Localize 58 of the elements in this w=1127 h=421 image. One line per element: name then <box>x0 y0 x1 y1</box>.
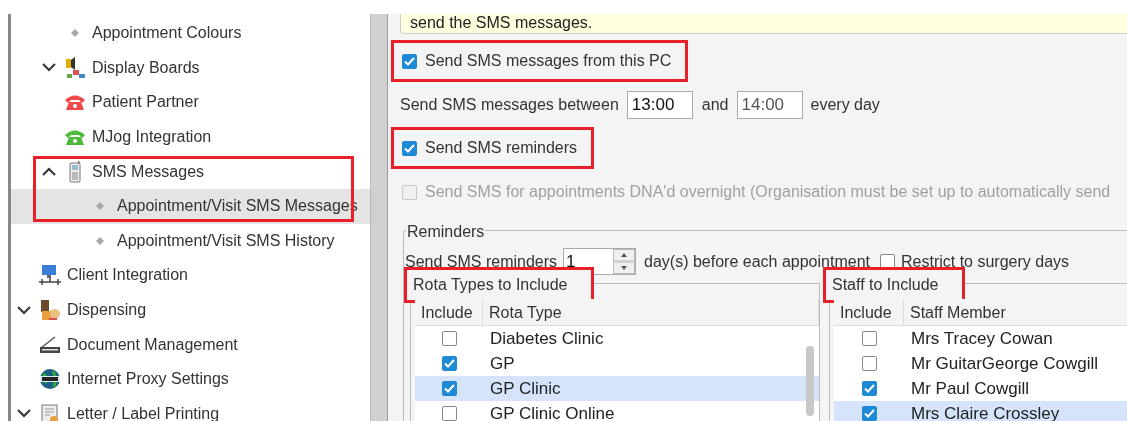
field-label: Send SMS messages between <box>400 95 619 115</box>
tree-item-label[interactable]: Document Management <box>67 332 238 357</box>
table-row[interactable]: Mr GuitarGeorge Cowgill <box>834 351 1127 376</box>
tree-item-label[interactable]: SMS Messages <box>92 159 205 184</box>
column-header[interactable]: Rota Type <box>483 299 819 325</box>
checkbox-label[interactable]: Send SMS messages from this PC <box>425 49 678 73</box>
tree-item-label[interactable]: Appointment Colours <box>92 21 242 46</box>
splitter-bar[interactable] <box>370 14 388 421</box>
letter-icon <box>39 402 61 421</box>
checkbox[interactable] <box>441 356 457 371</box>
tree-item-label[interactable]: Display Boards <box>92 55 200 80</box>
table-row[interactable]: Mrs Tracey Cowan <box>834 326 1127 351</box>
time-field[interactable]: 13:00 <box>626 91 693 119</box>
tree-item-label[interactable]: Patient Partner <box>92 90 199 115</box>
field-label: day(s) before each appointment <box>644 251 870 272</box>
globe-icon <box>39 368 61 391</box>
spinner-arrows-icon <box>613 249 636 274</box>
tree-item-label[interactable]: MJog Integration <box>92 125 212 150</box>
expand-chevron-icon[interactable] <box>17 409 31 419</box>
notice-text: send the SMS messages. <box>410 15 594 31</box>
table-row[interactable]: GP Clinic Online <box>415 401 819 421</box>
field-label: and <box>701 95 729 115</box>
computer-icon <box>39 264 61 287</box>
checkbox[interactable] <box>441 381 457 396</box>
table-row[interactable]: GP Clinic <box>415 376 819 401</box>
checkbox-label[interactable]: Send SMS reminders <box>425 136 584 160</box>
checkbox[interactable] <box>861 406 877 421</box>
time-field[interactable]: 14:00 <box>736 91 803 119</box>
column-header[interactable]: Staff Member <box>904 299 1127 325</box>
mobile-phone-icon <box>68 160 82 183</box>
table-row[interactable]: Diabetes Clinic <box>415 326 819 351</box>
expand-chevron-icon[interactable] <box>17 305 31 315</box>
expand-chevron-icon[interactable] <box>42 63 56 73</box>
checkbox[interactable] <box>861 331 877 346</box>
bullet-icon <box>96 202 104 211</box>
checkbox[interactable] <box>402 140 417 156</box>
tree-item-label[interactable]: Internet Proxy Settings <box>67 367 229 392</box>
table-row[interactable]: GP <box>415 351 819 376</box>
group-title: Rota Types to Include <box>407 270 592 300</box>
column-header[interactable]: Include <box>415 299 483 325</box>
tree-item-label[interactable]: Dispensing <box>67 298 147 323</box>
column-header[interactable]: Include <box>834 299 904 325</box>
table-row[interactable]: Mr Paul Cowgill <box>834 376 1127 401</box>
checkbox[interactable] <box>402 53 417 69</box>
tree-item-label[interactable]: Client Integration <box>67 263 188 288</box>
scanner-icon <box>39 335 61 354</box>
checkbox[interactable] <box>441 406 457 421</box>
checkbox[interactable] <box>861 381 877 396</box>
checkbox[interactable] <box>861 356 877 371</box>
collapse-chevron-icon[interactable] <box>42 167 56 177</box>
tree-item[interactable]: Appointment/Visit SMS History <box>11 223 370 259</box>
field-label: Send SMS reminders <box>405 251 558 272</box>
medicine-bottle-icon <box>39 299 61 322</box>
bullet-icon <box>71 29 79 38</box>
bullet-icon <box>96 236 104 245</box>
loudspeaker-icon <box>64 56 86 79</box>
field-label: every day <box>810 95 880 115</box>
checkbox[interactable] <box>441 331 457 346</box>
